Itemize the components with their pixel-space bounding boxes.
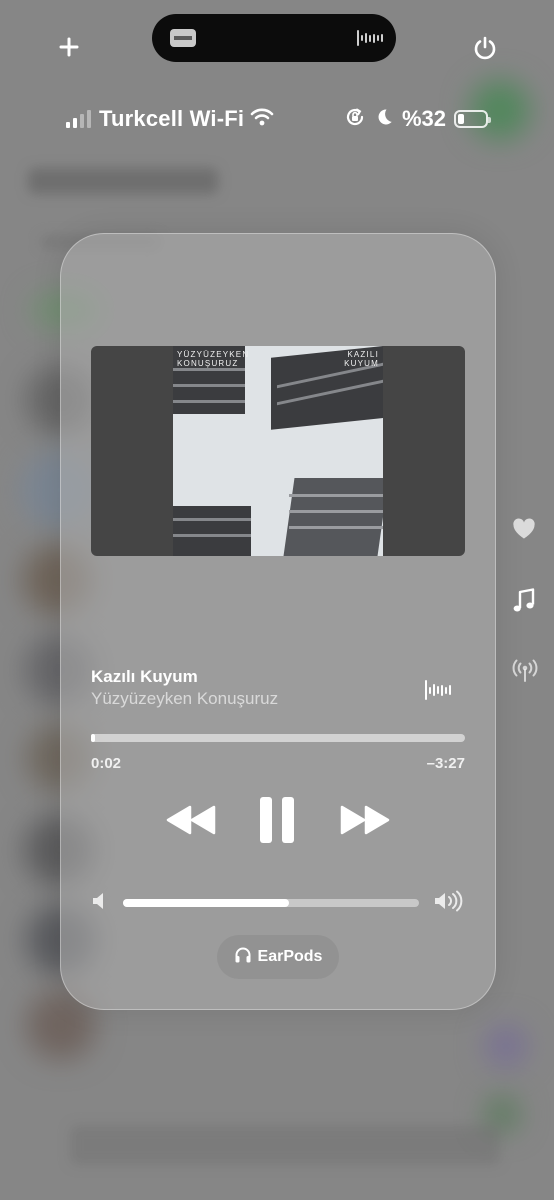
album-art-title-line1: KAZILI — [347, 350, 379, 359]
power-icon[interactable] — [472, 35, 498, 65]
track-artist[interactable]: Yüzyüzeyken Konuşuruz — [91, 689, 278, 709]
waveform-icon — [357, 30, 383, 46]
now-playing-card[interactable]: YÜZYÜZEYKEN KONUŞURUZ KAZILI KUYUM Kazıl… — [60, 233, 496, 1010]
headphones-icon — [234, 946, 252, 969]
battery-level-fill — [458, 114, 464, 124]
battery-icon — [454, 110, 491, 128]
album-art-artist-line1: YÜZYÜZEYKEN — [177, 350, 250, 359]
output-device-button[interactable]: EarPods — [217, 935, 339, 979]
volume-high-icon — [433, 890, 465, 917]
fast-forward-button[interactable] — [335, 797, 395, 847]
rewind-button[interactable] — [161, 797, 221, 847]
album-art-frame: YÜZYÜZEYKEN KONUŞURUZ KAZILI KUYUM — [91, 346, 465, 556]
fast-forward-icon — [339, 805, 391, 840]
volume-slider[interactable] — [123, 899, 419, 907]
carrier-label: Turkcell Wi-Fi — [99, 106, 245, 131]
heart-icon[interactable] — [512, 518, 536, 545]
dynamic-island[interactable] — [152, 14, 396, 62]
volume-low-icon — [91, 890, 107, 917]
moon-icon — [374, 107, 394, 132]
pause-button[interactable] — [247, 796, 307, 849]
waveform-icon — [425, 680, 451, 700]
album-art-artist-line2: KONUŞURUZ — [177, 359, 239, 369]
signal-bars-icon — [66, 110, 91, 128]
album-thumbnail-icon — [170, 29, 196, 47]
elapsed-time: 0:02 — [91, 755, 122, 772]
progress-bar-fill — [91, 734, 95, 742]
remaining-time: –3:27 — [426, 755, 465, 772]
plus-icon[interactable] — [58, 36, 80, 62]
orientation-lock-icon — [344, 106, 366, 133]
output-device-label: EarPods — [257, 948, 323, 965]
album-art: YÜZYÜZEYKEN KONUŞURUZ KAZILI KUYUM — [173, 346, 383, 556]
music-note-icon[interactable] — [513, 588, 535, 619]
track-title: Kazılı Kuyum — [91, 667, 198, 686]
progress-bar[interactable] — [91, 734, 465, 742]
pause-icon — [259, 796, 295, 849]
broadcast-icon[interactable] — [511, 659, 539, 688]
battery-percentage: %32 — [401, 106, 446, 131]
album-art-title-line2: KUYUM — [344, 359, 379, 369]
status-bar: Turkcell Wi-Fi %32 — [66, 104, 491, 134]
rewind-icon — [165, 805, 217, 840]
volume-slider-fill — [123, 899, 289, 907]
wifi-icon — [250, 108, 274, 131]
